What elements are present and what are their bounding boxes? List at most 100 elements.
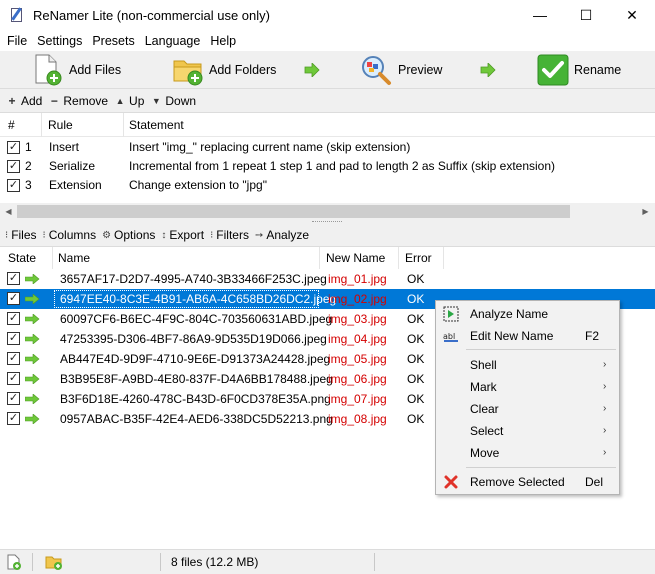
rules-horizontal-scrollbar[interactable]: ◀ ▶ <box>0 203 655 220</box>
file-checkbox[interactable]: ✓ <box>7 292 20 305</box>
menu-bar: File Settings Presets Language Help <box>0 30 655 51</box>
file-checkbox[interactable]: ✓ <box>7 312 20 325</box>
menu-item-move[interactable]: Move › <box>436 442 619 464</box>
menu-settings[interactable]: Settings <box>32 34 87 48</box>
files-col-name[interactable]: Name <box>53 247 320 269</box>
menu-item-label: Mark <box>470 380 497 394</box>
checkmark-icon <box>537 54 569 86</box>
app-icon <box>9 7 25 23</box>
file-checkbox[interactable]: ✓ <box>7 272 20 285</box>
move-up-button[interactable]: ▲ Up <box>114 94 145 108</box>
menu-item-select[interactable]: Select › <box>436 420 619 442</box>
splitter-grip[interactable] <box>312 221 342 224</box>
export-menu-button[interactable]: ↕ Export <box>161 228 204 242</box>
file-checkbox[interactable]: ✓ <box>7 412 20 425</box>
columns-icon: ⁝ <box>42 229 46 241</box>
scroll-right-icon[interactable]: ▶ <box>637 205 654 218</box>
rule-row[interactable]: ✓ 2 Serialize Incremental from 1 repeat … <box>0 157 655 176</box>
menu-item-shortcut: Del <box>585 475 604 489</box>
rules-col-rule[interactable]: Rule <box>42 113 124 137</box>
move-up-label: Up <box>129 94 145 108</box>
main-toolbar: Add Files Add Folders Preview Rename <box>0 51 655 89</box>
menu-item-edit-new-name[interactable]: abl Edit New Name F2 <box>436 325 619 347</box>
add-files-icon <box>35 54 62 86</box>
analyze-name-icon <box>443 306 459 322</box>
menu-help[interactable]: Help <box>205 34 241 48</box>
rules-col-statement[interactable]: Statement <box>124 113 655 137</box>
file-name: 60097CF6-B6EC-4F9C-804C-703560631ABD.jpe… <box>60 312 333 326</box>
scrollbar-thumb[interactable] <box>17 205 570 218</box>
filters-menu-button[interactable]: ⁝ Filters <box>210 228 249 242</box>
menu-presets[interactable]: Presets <box>87 34 139 48</box>
menu-language[interactable]: Language <box>140 34 206 48</box>
file-name: 47253395-D306-4BF7-86A9-9D535D19D066.jpe… <box>60 332 327 346</box>
rule-name: Serialize <box>49 159 96 173</box>
add-folder-status-icon[interactable] <box>45 554 63 570</box>
state-arrow-icon <box>25 314 40 324</box>
file-error-status: OK <box>407 372 425 386</box>
analyze-menu-button[interactable]: ➙ Analyze <box>255 228 309 242</box>
rules-col-number[interactable]: # <box>0 113 42 137</box>
files-menu-button[interactable]: ⁝ Files <box>5 228 37 242</box>
files-col-state[interactable]: State <box>0 247 53 269</box>
state-arrow-icon <box>25 334 40 344</box>
file-error-status: OK <box>407 292 425 306</box>
menu-item-shell[interactable]: Shell › <box>436 354 619 376</box>
add-files-button[interactable]: Add Files <box>33 52 121 88</box>
minimize-button[interactable]: — <box>517 0 563 30</box>
add-rule-button[interactable]: + Add <box>6 94 42 108</box>
submenu-arrow-icon: › <box>603 425 607 436</box>
state-arrow-icon <box>25 274 40 284</box>
file-name: 6947EE40-8C3E-4B91-AB6A-4C658BD26DC2.jpe… <box>60 292 337 306</box>
columns-menu-button[interactable]: ⁝ Columns <box>43 228 97 242</box>
rename-button[interactable]: Rename <box>537 52 621 88</box>
options-menu-button[interactable]: ⚙ Options <box>102 228 155 242</box>
add-files-label: Add Files <box>69 63 122 77</box>
file-checkbox[interactable]: ✓ <box>7 352 20 365</box>
file-new-name: img_01.jpg <box>328 272 387 286</box>
file-row[interactable]: ✓ 3657AF17-D2D7-4995-A740-3B33466F253C.jp… <box>0 269 655 289</box>
menu-item-label: Shell <box>470 358 497 372</box>
file-new-name: img_07.jpg <box>328 392 387 406</box>
add-file-status-icon[interactable] <box>6 554 22 570</box>
arrow-right-icon <box>304 63 320 77</box>
file-error-status: OK <box>407 272 425 286</box>
file-new-name: img_06.jpg <box>328 372 387 386</box>
state-arrow-icon <box>25 374 40 384</box>
rule-checkbox[interactable]: ✓ <box>7 141 20 154</box>
move-down-label: Down <box>165 94 197 108</box>
file-checkbox[interactable]: ✓ <box>7 372 20 385</box>
files-col-new-name[interactable]: New Name <box>320 247 399 269</box>
menu-item-remove-selected[interactable]: Remove Selected Del <box>436 471 619 493</box>
preview-label: Preview <box>398 63 443 77</box>
menu-file[interactable]: File <box>2 34 32 48</box>
rule-row[interactable]: ✓ 3 Extension Change extension to "jpg" <box>0 176 655 195</box>
submenu-arrow-icon: › <box>603 359 607 370</box>
menu-item-clear[interactable]: Clear › <box>436 398 619 420</box>
add-folders-button[interactable]: Add Folders <box>172 52 276 88</box>
magnifier-icon <box>362 56 391 85</box>
move-down-button[interactable]: ▼ Down <box>150 94 196 108</box>
preview-button[interactable]: Preview <box>360 52 442 88</box>
rule-checkbox[interactable]: ✓ <box>7 179 20 192</box>
analyze-icon: ➙ <box>254 229 264 241</box>
close-button[interactable]: ✕ <box>609 0 655 30</box>
add-folders-icon <box>173 60 203 86</box>
file-checkbox[interactable]: ✓ <box>7 332 20 345</box>
file-error-status: OK <box>407 392 425 406</box>
menu-item-label: Select <box>470 424 504 438</box>
file-new-name: img_02.jpg <box>328 292 387 306</box>
remove-rule-button[interactable]: − Remove <box>48 94 108 108</box>
submenu-arrow-icon: › <box>603 447 607 458</box>
menu-item-analyze-name[interactable]: Analyze Name <box>436 303 619 325</box>
files-col-error[interactable]: Error <box>399 247 444 269</box>
analyze-menu-label: Analyze <box>266 228 310 242</box>
rule-row[interactable]: ✓ 1 Insert Insert "img_" replacing curre… <box>0 138 655 157</box>
edit-name-icon: abl <box>443 332 458 342</box>
maximize-button[interactable]: ☐ <box>563 0 609 30</box>
file-checkbox[interactable]: ✓ <box>7 392 20 405</box>
menu-item-mark[interactable]: Mark › <box>436 376 619 398</box>
file-name: 3657AF17-D2D7-4995-A740-3B33466F253C.jpe… <box>60 272 327 286</box>
scroll-left-icon[interactable]: ◀ <box>0 205 17 218</box>
rule-checkbox[interactable]: ✓ <box>7 160 20 173</box>
